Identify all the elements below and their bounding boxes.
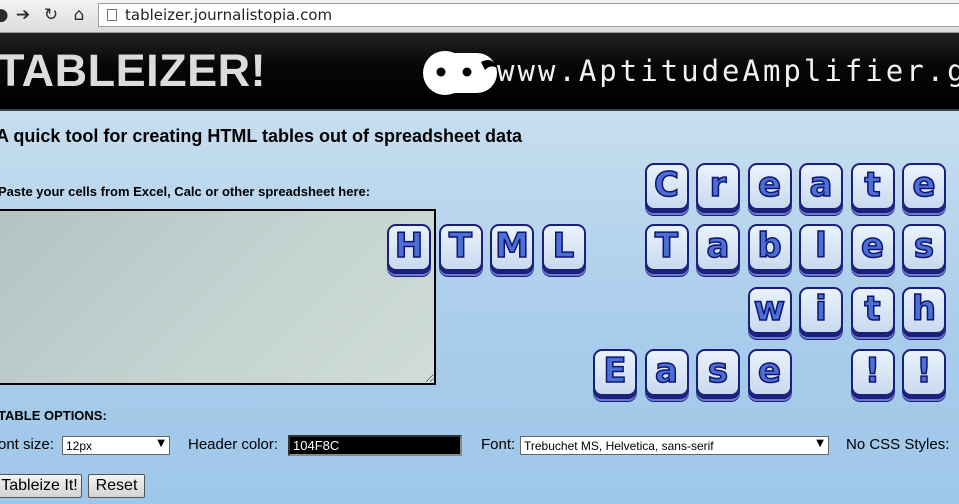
letter-key-2-3: h	[902, 287, 946, 334]
letter-key-0-3: a	[799, 163, 843, 210]
font-size-select[interactable]: 12px ▼	[62, 436, 170, 455]
address-bar[interactable]: tableizer.journalistopia.com	[98, 3, 959, 27]
letter-key-3-1: a	[644, 349, 689, 396]
letter-key-glyph: l	[814, 226, 827, 266]
letter-key-glyph: s	[913, 226, 935, 266]
letter-key-2-0: w	[747, 287, 792, 334]
letter-key-1-7: b	[747, 224, 792, 271]
font-label: Font:	[481, 436, 516, 453]
address-url: tableizer.journalistopia.com	[125, 6, 333, 24]
letter-key-glyph: M	[494, 226, 529, 266]
letter-key-3-3: e	[747, 349, 792, 396]
letter-key-3-5: !	[850, 349, 895, 396]
font-select[interactable]: Trebuchet MS, Helvetica, sans-serif ▼	[520, 436, 829, 455]
page-tagline: A quick tool for creating HTML tables ou…	[0, 126, 523, 146]
home-button[interactable]: ⌂	[68, 4, 90, 26]
letter-key-glyph: a	[654, 351, 678, 391]
letter-key-glyph: w	[753, 289, 786, 329]
site-title: TABLEIZER!	[0, 45, 267, 96]
reload-icon: ↻	[43, 5, 59, 25]
letter-key-glyph: a	[809, 165, 833, 205]
letter-key-glyph: e	[757, 165, 782, 205]
letter-key-3-6: !	[902, 349, 946, 396]
letter-key-2-1: i	[799, 287, 843, 334]
letter-key-glyph: i	[814, 289, 827, 329]
header-color-label: Header color:	[188, 436, 279, 453]
reset-button[interactable]: Reset	[88, 474, 145, 498]
letter-key-glyph: r	[709, 165, 727, 205]
letter-key-0-1: r	[696, 163, 740, 210]
letter-key-glyph: C	[653, 165, 679, 205]
letter-key-glyph: a	[706, 226, 730, 266]
site-url-text: www.AptitudeAmplifier.ga	[497, 54, 959, 88]
font-size-label: ont size:	[0, 436, 54, 453]
letter-key-1-10: s	[902, 224, 946, 271]
letter-key-glyph: b	[757, 226, 783, 266]
page-icon	[107, 9, 117, 21]
letter-key-glyph: H	[394, 226, 424, 266]
letter-key-glyph: E	[603, 351, 628, 391]
letter-key-glyph: t	[864, 165, 882, 205]
font-value: Trebuchet MS, Helvetica, sans-serif	[524, 438, 714, 453]
letter-key-glyph: T	[654, 226, 679, 266]
letter-key-1-2: M	[490, 224, 534, 271]
chevron-down-icon: ▼	[157, 438, 165, 449]
letter-key-0-4: t	[850, 163, 895, 210]
header-color-input[interactable]	[288, 435, 462, 456]
letter-key-0-5: e	[902, 163, 946, 210]
table-options-heading: TABLE OPTIONS:	[0, 408, 107, 423]
letter-key-2-2: t	[850, 287, 895, 334]
letter-key-glyph: e	[757, 351, 782, 391]
letter-key-1-0: H	[387, 224, 431, 271]
letter-key-glyph: h	[911, 289, 937, 329]
tableize-button[interactable]: Tableize It!	[0, 474, 82, 498]
letter-key-1-1: T	[438, 224, 483, 271]
letter-key-0-0: C	[644, 163, 689, 210]
reload-button[interactable]: ↻	[40, 4, 62, 26]
paste-label: Paste your cells from Excel, Calc or oth…	[0, 184, 371, 199]
back-button[interactable]: ●	[0, 4, 12, 26]
back-arrow-icon: ●	[0, 5, 9, 25]
letter-key-glyph: e	[860, 226, 885, 266]
no-css-label: No CSS Styles:	[846, 436, 950, 453]
letter-key-glyph: t	[864, 289, 882, 329]
letter-key-0-2: e	[747, 163, 792, 210]
forward-button[interactable]: ➔	[12, 4, 34, 26]
forward-arrow-icon: ➔	[15, 5, 31, 25]
paste-textarea[interactable]	[0, 209, 436, 385]
chevron-down-icon: ▼	[816, 438, 824, 449]
font-size-value: 12px	[66, 438, 93, 453]
letter-key-glyph: !	[864, 351, 881, 391]
letter-key-glyph: !	[916, 351, 933, 391]
aptitude-logo-icon	[423, 51, 497, 95]
letter-key-glyph: T	[448, 226, 473, 266]
letter-key-glyph: s	[707, 351, 729, 391]
letter-key-1-5: T	[644, 224, 689, 271]
letter-key-1-3: L	[541, 224, 586, 271]
letter-key-1-9: e	[850, 224, 895, 271]
letter-key-glyph: e	[912, 165, 937, 205]
letter-key-3-0: E	[593, 349, 637, 396]
letter-key-glyph: L	[552, 226, 575, 266]
letter-key-3-2: s	[696, 349, 740, 396]
browser-toolbar: ● ➔ ↻ ⌂ tableizer.journalistopia.com	[0, 0, 959, 33]
letter-key-1-8: l	[799, 224, 843, 271]
letter-key-1-6: a	[696, 224, 740, 271]
home-icon: ⌂	[73, 5, 85, 25]
